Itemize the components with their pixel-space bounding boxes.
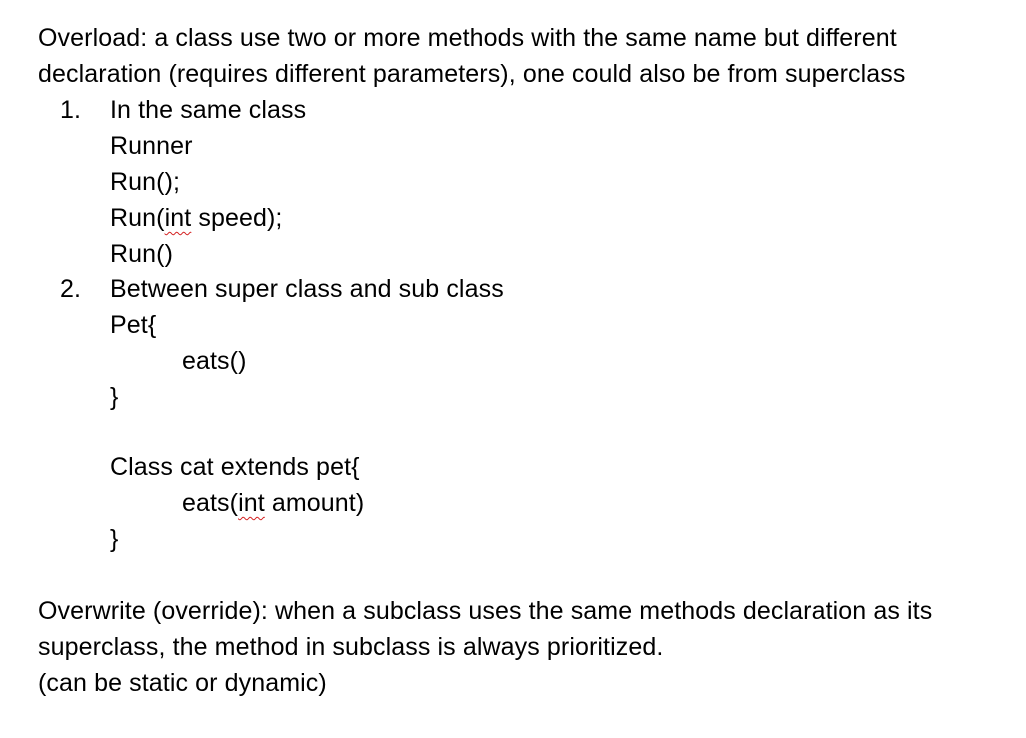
- list-number-1: 1.: [60, 96, 82, 124]
- code-line-pet-eats: eats(): [182, 347, 247, 375]
- overwrite-definition-line-1: Overwrite (override): when a subclass us…: [38, 597, 933, 625]
- code-line-run-no-semicolon: Run(): [110, 240, 174, 268]
- overwrite-definition-line-2: superclass, the method in subclass is al…: [38, 633, 664, 661]
- code-line-runner: Runner: [110, 132, 193, 160]
- document-page: Overload: a class use two or more method…: [0, 0, 1026, 738]
- list-item-2-title: Between super class and sub class: [110, 275, 504, 303]
- list-item-1-title: In the same class: [110, 96, 307, 124]
- code-line-cat-open: Class cat extends pet{: [110, 453, 360, 481]
- code-text: speed);: [191, 204, 283, 232]
- code-line-pet-open: Pet{: [110, 311, 157, 339]
- overload-definition-line-2: declaration (requires different paramete…: [38, 60, 906, 88]
- code-text: eats(: [182, 489, 239, 517]
- code-line-pet-close: }: [110, 383, 119, 411]
- code-text: amount): [264, 489, 365, 517]
- spellcheck-underlined-word: int: [164, 204, 192, 232]
- code-text: Run(: [110, 204, 165, 232]
- code-line-cat-close: }: [110, 525, 119, 553]
- overwrite-definition-line-3: (can be static or dynamic): [38, 669, 327, 697]
- code-line-cat-eats: eats(int amount): [182, 485, 364, 521]
- code-line-run-int-speed: Run(int speed);: [110, 200, 282, 236]
- spellcheck-underlined-word: int: [238, 489, 265, 517]
- list-number-2: 2.: [60, 275, 82, 303]
- overload-definition-line-1: Overload: a class use two or more method…: [38, 24, 897, 52]
- code-line-run-empty: Run();: [110, 168, 181, 196]
